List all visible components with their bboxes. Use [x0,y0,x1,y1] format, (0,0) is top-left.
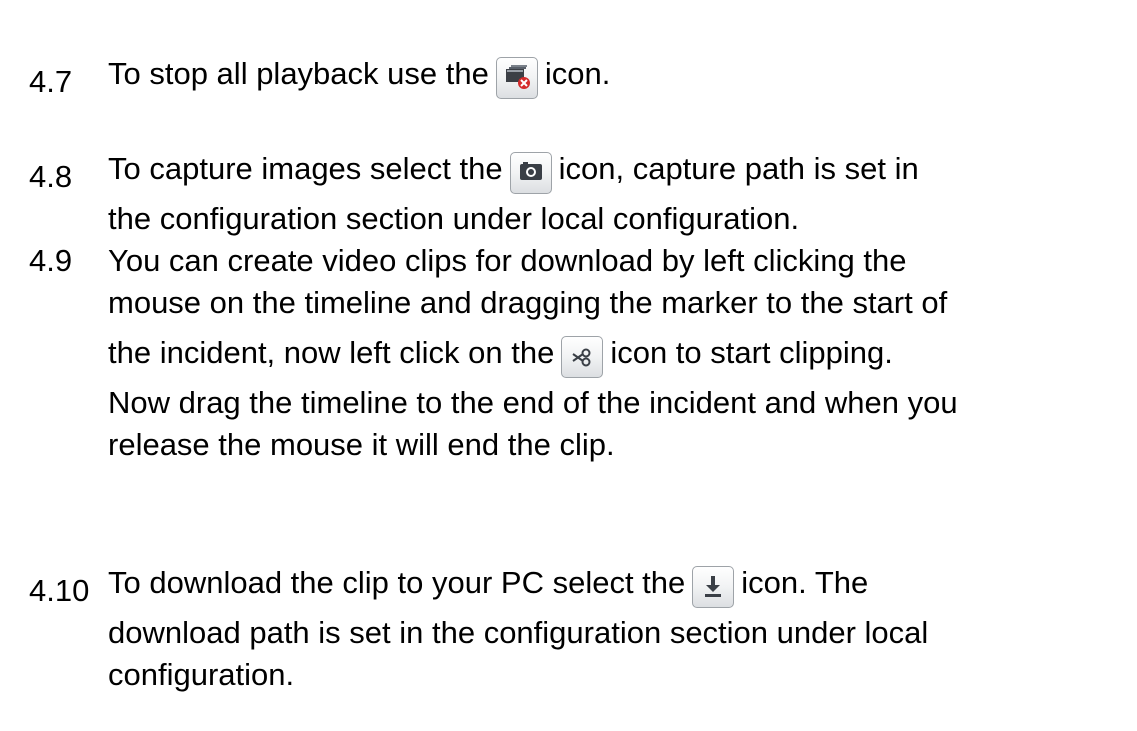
text-line: release the mouse it will end the clip. [108,427,615,462]
text-segment: To stop all playback use the [108,56,489,91]
stop-all-playback-icon[interactable] [495,57,538,99]
section-body: To download the clip to your PC select t… [108,554,1137,696]
scissors-clip-icon[interactable] [561,336,604,378]
text-segment: the incident, now left click on the [108,335,555,370]
text-line: To stop all playback use the icon. [108,45,1137,103]
text-line: the incident, now left click on the icon… [108,324,1137,382]
text-line: configuration. [108,657,295,692]
text-line: To download the clip to your PC select t… [108,554,1137,612]
text-line: download path is set in the configuratio… [108,615,929,650]
text-line: mouse on the timeline and dragging the m… [108,285,948,320]
text-line: the configuration section under local co… [108,201,800,236]
text-segment: icon to start clipping. [610,335,893,370]
section-number: 4.8 [29,159,73,194]
text-segment: To download the clip to your PC select t… [108,565,686,600]
text-line: To capture images select the icon, captu… [108,140,1137,198]
text-segment: icon, capture path is set in [558,151,919,186]
text-segment: To capture images select the [108,151,503,186]
text-line: Now drag the timeline to the end of the … [108,385,958,420]
camera-capture-icon[interactable] [509,152,552,194]
section-number: 4.9 [29,243,73,278]
section-body: You can create video clips for download … [108,240,1137,466]
section-number: 4.10 [29,573,90,608]
section-body: To capture images select the icon, captu… [108,140,1137,240]
text-segment: icon. The [741,565,869,600]
text-segment: icon. [544,56,611,91]
download-icon[interactable] [692,566,735,608]
section-body: To stop all playback use the icon. [108,45,1137,103]
section-number: 4.7 [29,64,73,99]
text-line: You can create video clips for download … [108,243,907,278]
